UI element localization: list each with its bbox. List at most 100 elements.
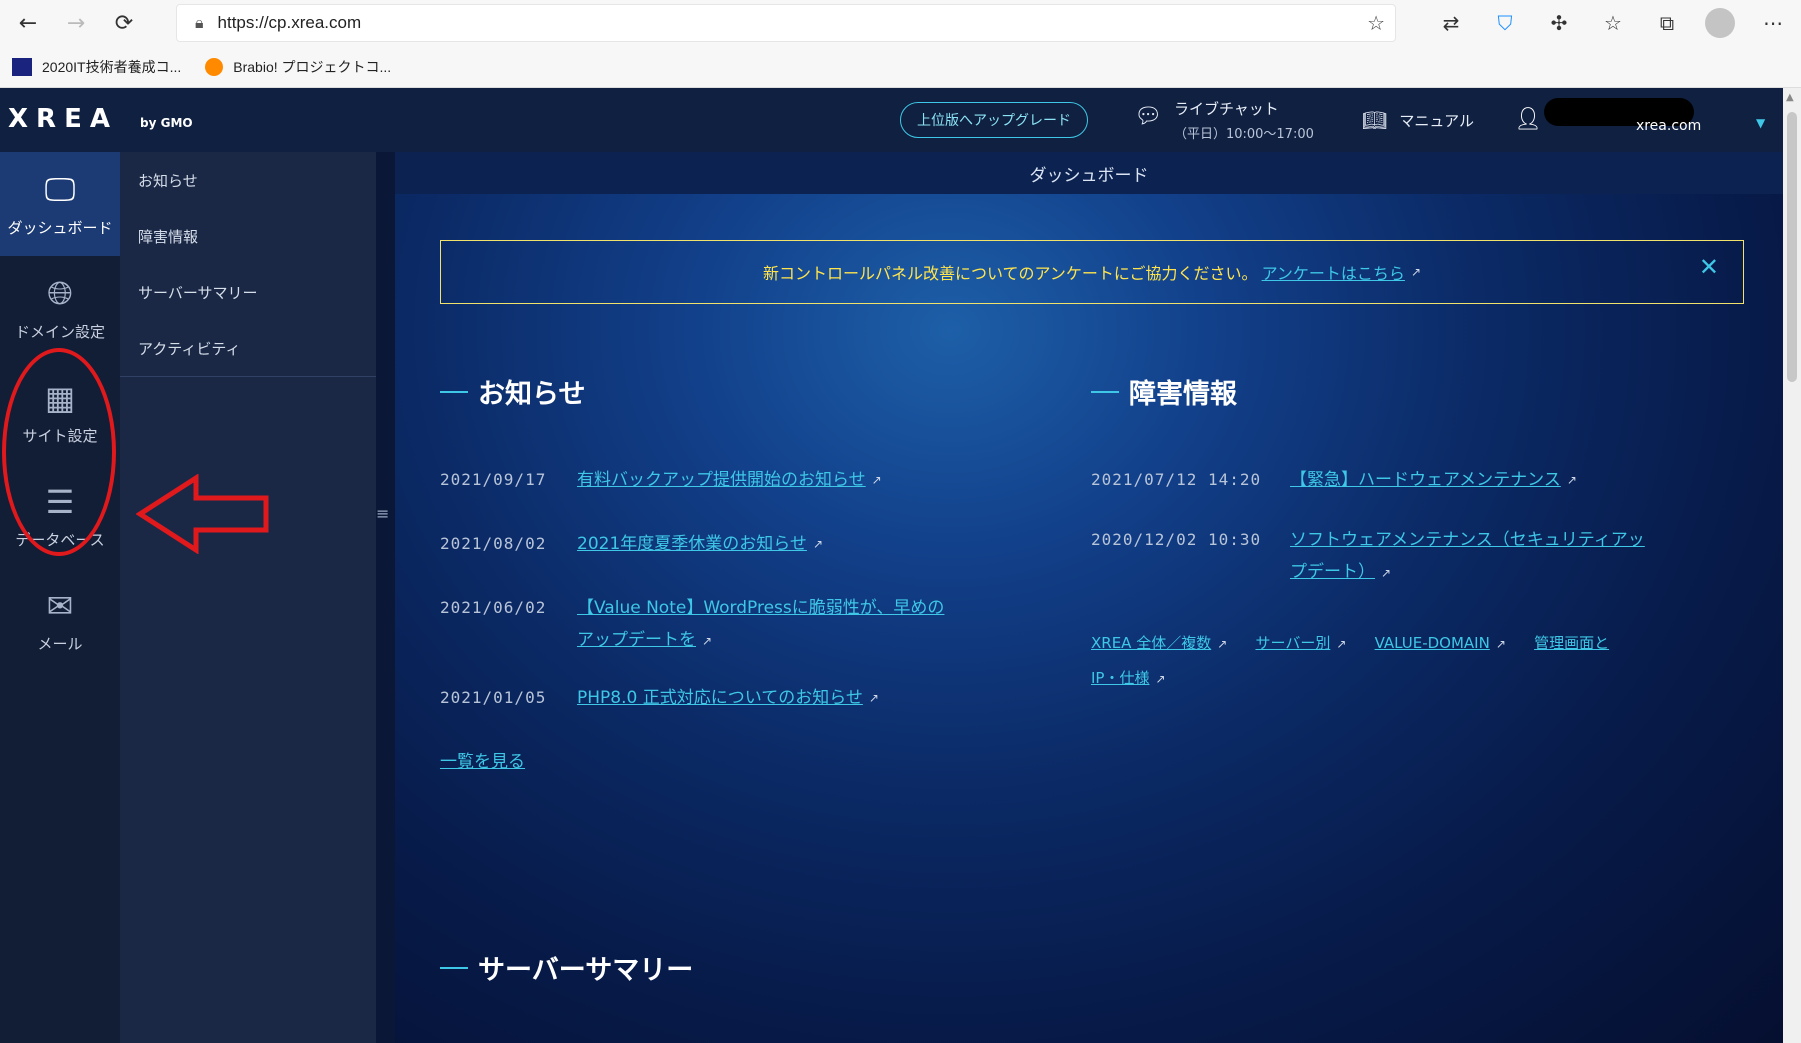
close-icon[interactable]: ✕ bbox=[1699, 253, 1719, 281]
annotation-arrow-icon bbox=[136, 474, 269, 554]
list-item: 2021/01/05 PHP8.0 正式対応についてのお知らせ ↗ bbox=[440, 682, 879, 714]
incident-filter-link[interactable]: IP・仕様 bbox=[1091, 669, 1149, 687]
survey-link[interactable]: アンケートはこちら bbox=[1262, 260, 1405, 284]
sidebar-item-label: ドメイン設定 bbox=[14, 323, 105, 341]
chat-label: ライブチャット bbox=[1173, 100, 1279, 118]
bookmarks-bar: 2020IT技術者養成コ... Brabio! プロジェクトコ... bbox=[0, 46, 1801, 88]
dashboard-subnav: お知らせ 障害情報 サーバーサマリー アクティビティ ≡ bbox=[120, 152, 389, 1043]
sidebar-item-label: メール bbox=[37, 634, 83, 653]
reload-button[interactable]: ⟳ bbox=[104, 3, 144, 43]
incident-filter-links: XREA 全体／複数 ↗ サーバー別 ↗ VALUE-DOMAIN ↗ 管理画面と I… bbox=[1091, 626, 1691, 696]
collections-icon[interactable]: ⧉ bbox=[1651, 7, 1683, 39]
live-chat-link[interactable]: 💬︎ ライブチャット （平日）10:00～17:00 bbox=[1134, 98, 1314, 142]
browser-toolbar: ← → ⟳ 🔒︎ https://cp.xrea.com ☆ ⇄ ⛉ ✣ ☆ ⧉… bbox=[0, 0, 1801, 46]
read-aloud-icon[interactable]: ⇄ bbox=[1435, 7, 1467, 39]
chat-hours: （平日）10:00～17:00 bbox=[1173, 127, 1314, 142]
incident-date: 2021/07/12 14:20 bbox=[1091, 470, 1262, 489]
upgrade-button[interactable]: 上位版へアップグレード bbox=[900, 102, 1088, 138]
url-text: https://cp.xrea.com bbox=[217, 13, 362, 32]
back-button[interactable]: ← bbox=[8, 3, 48, 43]
dashboard-main: ダッシュボード 新コントロールパネル改善についてのアンケートにご協力ください。 … bbox=[395, 152, 1783, 1043]
incident-link-line[interactable]: プデート） bbox=[1290, 562, 1375, 582]
more-menu-icon[interactable]: ⋯ bbox=[1757, 7, 1789, 39]
sidebar-item-domain-settings[interactable]: 🌐︎ ドメイン設定 bbox=[0, 256, 120, 360]
list-item: 2021/07/12 14:20 【緊急】ハードウェアメンテナンス ↗ bbox=[1091, 464, 1577, 496]
list-item: 2021/09/17 有料バックアップ提供開始のお知らせ ↗ bbox=[440, 464, 882, 496]
bookmark-item[interactable]: 2020IT技術者養成コ... bbox=[12, 57, 181, 77]
account-menu[interactable]: 👤︎ xrea.com bbox=[1514, 98, 1702, 134]
bookmark-label: 2020IT技術者養成コ... bbox=[42, 58, 182, 75]
external-link-icon: ↗ bbox=[1381, 566, 1392, 580]
profile-avatar[interactable] bbox=[1705, 8, 1735, 38]
sidebar-item-mail[interactable]: ✉ メール bbox=[0, 568, 120, 672]
user-icon: 👤︎ bbox=[1514, 106, 1542, 132]
forward-button[interactable]: → bbox=[56, 3, 96, 43]
www-globe-icon: 🌐︎ bbox=[47, 274, 73, 312]
incidents-section-title: 障害情報 bbox=[1091, 372, 1237, 411]
page-scrollbar[interactable]: ▲ bbox=[1783, 88, 1801, 1043]
main-sidebar: 🖵︎ ダッシュボード 🌐︎ ドメイン設定 ▦ サイト設定 ☰ データベース ✉ … bbox=[0, 152, 120, 1043]
subnav-item-server-summary[interactable]: サーバーサマリー bbox=[120, 264, 376, 320]
list-item: 2020/12/02 10:30 ソフトウェアメンテナンス（セキュリティアッ プ… bbox=[1091, 524, 1645, 588]
news-title-text: お知らせ bbox=[478, 379, 586, 410]
external-link-icon: ↗ bbox=[1566, 473, 1577, 487]
list-item: 2021/08/02 2021年度夏季休業のお知らせ ↗ bbox=[440, 528, 823, 560]
external-link-icon: ↗ bbox=[812, 537, 823, 551]
news-date: 2021/08/02 bbox=[440, 534, 547, 553]
app-header: XREA by GMO 上位版へアップグレード 💬︎ ライブチャット （平日）1… bbox=[0, 88, 1783, 152]
subnav-item-news[interactable]: お知らせ bbox=[120, 152, 376, 208]
incident-filter-link[interactable]: VALUE-DOMAIN bbox=[1375, 634, 1490, 652]
news-link-line[interactable]: アップデートを bbox=[577, 630, 696, 650]
scroll-up-icon[interactable]: ▲ bbox=[1786, 92, 1794, 103]
annotation-circle bbox=[2, 348, 116, 556]
book-icon: 📖︎ bbox=[1362, 108, 1388, 132]
address-bar[interactable]: 🔒︎ https://cp.xrea.com ☆ bbox=[176, 4, 1396, 42]
page-title: ダッシュボード bbox=[395, 152, 1783, 194]
external-link-icon: ↗ bbox=[1336, 637, 1347, 651]
monitor-icon: 🖵︎ bbox=[44, 170, 76, 208]
extensions-icon[interactable]: ✣ bbox=[1543, 7, 1575, 39]
external-link-icon: ↗ bbox=[871, 473, 882, 487]
external-link-icon: ↗ bbox=[1495, 637, 1506, 651]
notice-text: 新コントロールパネル改善についてのアンケートにご協力ください。 bbox=[763, 264, 1258, 283]
manual-label: マニュアル bbox=[1399, 111, 1474, 130]
scrollbar-thumb[interactable] bbox=[1787, 112, 1797, 382]
incidents-title-text: 障害情報 bbox=[1129, 379, 1237, 410]
news-link-line[interactable]: 【Value Note】WordPressに脆弱性が、早めの bbox=[577, 592, 944, 624]
xrea-control-panel: XREA by GMO 上位版へアップグレード 💬︎ ライブチャット （平日）1… bbox=[0, 88, 1783, 1043]
incident-link-line[interactable]: ソフトウェアメンテナンス（セキュリティアッ bbox=[1290, 524, 1645, 556]
external-link-icon: ↗ bbox=[702, 634, 713, 648]
chat-bubble-icon: 💬︎ bbox=[1134, 104, 1162, 129]
sidebar-item-dashboard[interactable]: 🖵︎ ダッシュボード bbox=[0, 152, 120, 256]
account-domain: xrea.com bbox=[1635, 118, 1702, 134]
subnav-item-activity[interactable]: アクティビティ bbox=[120, 320, 376, 376]
bookmark-favicon-icon bbox=[205, 57, 224, 76]
incident-filter-link[interactable]: XREA 全体／複数 bbox=[1091, 634, 1211, 652]
external-link-icon: ↗ bbox=[1155, 672, 1166, 686]
incident-filter-link[interactable]: サーバー別 bbox=[1255, 634, 1330, 652]
add-favorite-icon[interactable]: ☆ bbox=[1367, 11, 1385, 35]
news-date: 2021/01/05 bbox=[440, 688, 547, 707]
lock-icon: 🔒︎ bbox=[195, 13, 204, 32]
survey-notice: 新コントロールパネル改善についてのアンケートにご協力ください。 アンケートはこち… bbox=[440, 240, 1744, 304]
hamburger-icon[interactable]: ≡ bbox=[376, 504, 394, 523]
news-link[interactable]: PHP8.0 正式対応についてのお知らせ bbox=[577, 682, 863, 714]
shield-icon[interactable]: ⛉ bbox=[1489, 7, 1521, 39]
incident-link[interactable]: 【緊急】ハードウェアメンテナンス bbox=[1290, 464, 1561, 496]
favorites-icon[interactable]: ☆ bbox=[1597, 7, 1629, 39]
bookmark-item[interactable]: Brabio! プロジェクトコ... bbox=[205, 57, 391, 77]
xrea-logo[interactable]: XREA bbox=[8, 104, 118, 134]
news-date: 2021/09/17 bbox=[440, 470, 547, 489]
manual-link[interactable]: 📖︎ マニュアル bbox=[1362, 108, 1474, 132]
news-link[interactable]: 2021年度夏季休業のお知らせ bbox=[577, 528, 807, 560]
list-item: 2021/06/02 【Value Note】WordPressに脆弱性が、早め… bbox=[440, 592, 944, 656]
incident-filter-link[interactable]: 管理画面と bbox=[1534, 634, 1609, 652]
news-link[interactable]: 有料バックアップ提供開始のお知らせ bbox=[577, 464, 866, 496]
server-summary-section-title: サーバーサマリー bbox=[440, 948, 693, 987]
subnav-item-incidents[interactable]: 障害情報 bbox=[120, 208, 376, 264]
external-link-icon: ↗ bbox=[868, 691, 879, 705]
chevron-down-icon[interactable]: ▼ bbox=[1756, 116, 1765, 130]
view-all-link[interactable]: 一覧を見る bbox=[440, 746, 525, 778]
external-link-icon: ↗ bbox=[1217, 637, 1228, 651]
news-section-title: お知らせ bbox=[440, 372, 585, 411]
